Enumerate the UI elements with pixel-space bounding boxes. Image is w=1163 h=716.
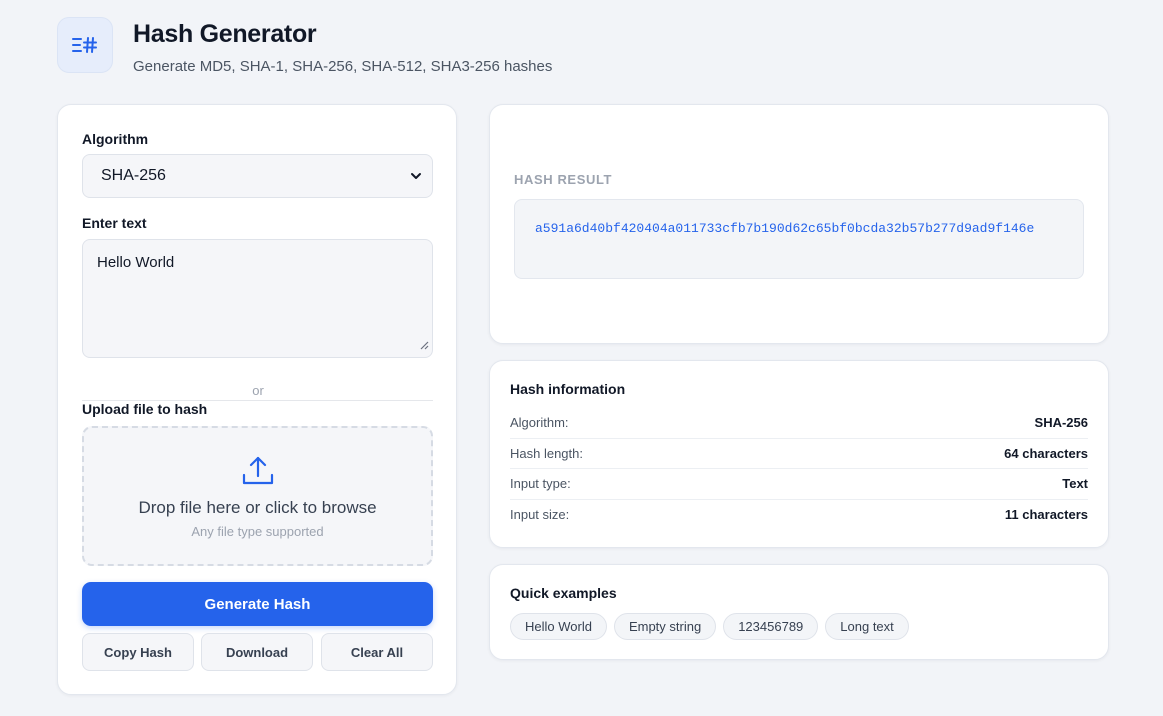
info-key: Input size: — [510, 507, 570, 523]
hash-result-output[interactable]: a591a6d40bf420404a011733cfb7b190d62c65bf… — [514, 199, 1084, 279]
info-value: 11 characters — [1004, 507, 1088, 523]
clear-all-button[interactable]: Clear All — [321, 633, 433, 671]
result-panel: HASH RESULT a591a6d40bf420404a011733cfb7… — [489, 104, 1109, 344]
example-chips: Hello World Empty string 123456789 Long … — [510, 613, 909, 640]
upload-label: Upload file to hash — [82, 401, 208, 417]
file-dropzone[interactable]: Drop file here or click to browse Any fi… — [82, 426, 433, 566]
text-input-label: Enter text — [82, 215, 147, 231]
info-value: 64 characters — [1004, 445, 1088, 461]
dropzone-title: Drop file here or click to browse — [138, 498, 377, 517]
text-input-value: Hello World — [97, 254, 175, 271]
info-value: Text — [1062, 476, 1088, 492]
info-key: Input type: — [510, 476, 571, 492]
example-chip-numbers[interactable]: 123456789 — [723, 613, 819, 640]
generate-hash-button[interactable]: Generate Hash — [82, 582, 433, 626]
hash-logo-icon — [57, 17, 113, 73]
info-row-hash-length: Hash length: 64 characters — [510, 439, 1088, 469]
input-panel: Algorithm SHA-256 Enter text Hello World… — [57, 104, 457, 695]
or-separator: or — [252, 383, 264, 398]
info-key: Hash length: — [510, 445, 583, 461]
info-row-input-type: Input type: Text — [510, 469, 1088, 500]
hash-result-label: HASH RESULT — [514, 172, 613, 187]
hash-info-title: Hash information — [510, 381, 626, 397]
text-input[interactable]: Hello World — [82, 239, 433, 358]
page-header: Hash Generator Generate MD5, SHA-1, SHA-… — [57, 17, 552, 75]
example-chip-long-text[interactable]: Long text — [825, 613, 909, 640]
page-title: Hash Generator — [133, 20, 317, 48]
info-value: SHA-256 — [1034, 415, 1088, 431]
copy-hash-button[interactable]: Copy Hash — [82, 633, 194, 671]
algorithm-selected-value: SHA-256 — [101, 167, 166, 184]
info-row-input-size: Input size: 11 characters — [510, 500, 1088, 531]
example-chip-hello-world[interactable]: Hello World — [510, 613, 607, 640]
quick-examples-panel: Quick examples Hello World Empty string … — [489, 564, 1109, 660]
chevron-down-icon — [408, 168, 424, 189]
info-key: Algorithm: — [510, 415, 569, 431]
quick-examples-title: Quick examples — [510, 585, 617, 601]
upload-icon — [241, 454, 275, 493]
page-subtitle: Generate MD5, SHA-1, SHA-256, SHA-512, S… — [133, 58, 553, 75]
hash-info-list: Algorithm: SHA-256 Hash length: 64 chara… — [510, 408, 1088, 530]
download-button[interactable]: Download — [201, 633, 313, 671]
algorithm-label: Algorithm — [82, 131, 149, 147]
resize-handle-icon[interactable] — [419, 337, 429, 354]
hash-info-panel: Hash information Algorithm: SHA-256 Hash… — [489, 360, 1109, 548]
info-row-algorithm: Algorithm: SHA-256 — [510, 408, 1088, 439]
algorithm-select[interactable]: SHA-256 — [82, 154, 433, 198]
example-chip-empty-string[interactable]: Empty string — [613, 613, 717, 640]
dropzone-subtitle: Any file type supported — [191, 524, 324, 539]
